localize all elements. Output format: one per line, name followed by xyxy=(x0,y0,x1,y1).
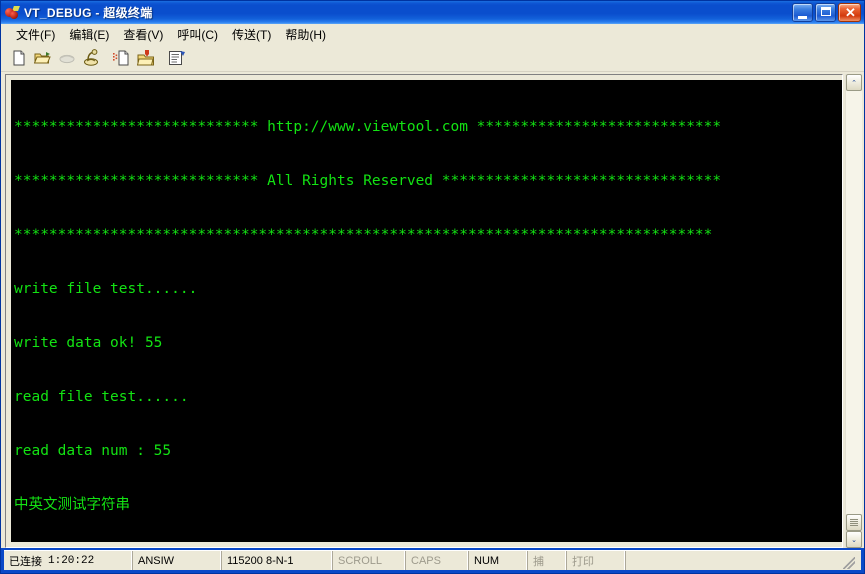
menu-view[interactable]: 查看(V) xyxy=(116,24,170,45)
terminal-line: read data num : 55 xyxy=(14,443,172,459)
status-filler xyxy=(626,551,861,570)
close-icon: ✕ xyxy=(845,5,856,20)
minimize-icon xyxy=(798,16,807,19)
terminal-line: write file test...... xyxy=(14,281,198,297)
close-button[interactable]: ✕ xyxy=(838,3,861,22)
menu-transfer[interactable]: 传送(T) xyxy=(225,24,278,45)
send-file-icon[interactable] xyxy=(110,47,133,69)
title-bar[interactable]: VT_DEBUG - 超级终端 ✕ xyxy=(1,1,864,24)
status-port-settings: 115200 8-N-1 xyxy=(222,551,333,570)
hyperterminal-icon xyxy=(4,5,20,21)
scrollbar-thumb[interactable] xyxy=(846,514,862,531)
status-capture: 捕 xyxy=(528,551,567,570)
connect-phone-icon[interactable] xyxy=(79,47,102,69)
terminal-screen[interactable]: **************************** http://www.… xyxy=(11,80,842,542)
scrollbar-grip-icon xyxy=(850,519,858,526)
status-connection: 已连接 1:20:22 xyxy=(4,551,133,570)
resize-grip-icon[interactable] xyxy=(843,557,855,569)
scrollbar-track[interactable] xyxy=(846,91,862,514)
status-emulation: ANSIW xyxy=(133,551,222,570)
terminal-line: write data ok! 55 xyxy=(14,335,163,351)
scroll-up-button[interactable]: ⌃ xyxy=(846,74,862,91)
status-caps: CAPS xyxy=(406,551,469,570)
open-folder-icon[interactable] xyxy=(31,47,54,69)
terminal-line: ****************************************… xyxy=(14,227,713,243)
menu-file[interactable]: 文件(F) xyxy=(9,24,62,45)
status-connection-time: 1:20:22 xyxy=(48,554,95,567)
status-bar: 已连接 1:20:22 ANSIW 115200 8-N-1 SCROLL CA… xyxy=(4,550,861,570)
window-title: VT_DEBUG - 超级终端 xyxy=(24,6,153,20)
properties-icon[interactable] xyxy=(165,47,188,69)
vertical-scrollbar[interactable]: ⌃ ⌄ xyxy=(845,74,862,548)
status-scroll: SCROLL xyxy=(333,551,406,570)
status-connection-label: 已连接 xyxy=(9,555,42,568)
hyperterminal-window: VT_DEBUG - 超级终端 ✕ 文件(F) 编辑(E) 查看(V) 呼叫(C… xyxy=(0,0,865,574)
menu-help[interactable]: 帮助(H) xyxy=(278,24,333,45)
scroll-down-button[interactable]: ⌄ xyxy=(846,531,862,548)
maximize-icon xyxy=(821,7,831,16)
receive-file-icon[interactable] xyxy=(134,47,157,69)
status-num: NUM xyxy=(469,551,528,570)
terminal-output: **************************** http://www.… xyxy=(11,80,842,542)
window-controls: ✕ xyxy=(792,3,861,22)
new-connection-icon[interactable] xyxy=(7,47,30,69)
terminal-line: 中英文测试字符串 xyxy=(14,497,130,513)
menu-bar: 文件(F) 编辑(E) 查看(V) 呼叫(C) 传送(T) 帮助(H) xyxy=(1,24,864,45)
status-print: 打印 xyxy=(567,551,626,570)
minimize-button[interactable] xyxy=(792,3,813,22)
toolbar xyxy=(1,45,864,72)
terminal-line: **************************** All Rights … xyxy=(14,173,722,189)
maximize-button[interactable] xyxy=(815,3,836,22)
client-area: **************************** http://www.… xyxy=(1,72,864,548)
terminal-line: **************************** http://www.… xyxy=(14,119,722,135)
disconnect-phone-icon xyxy=(55,47,78,69)
menu-call[interactable]: 呼叫(C) xyxy=(170,24,225,45)
scrollbar-bottom-group: ⌄ xyxy=(846,514,862,548)
menu-edit[interactable]: 编辑(E) xyxy=(62,24,116,45)
terminal-frame: **************************** http://www.… xyxy=(5,74,843,548)
terminal-line: read file test...... xyxy=(14,389,189,405)
